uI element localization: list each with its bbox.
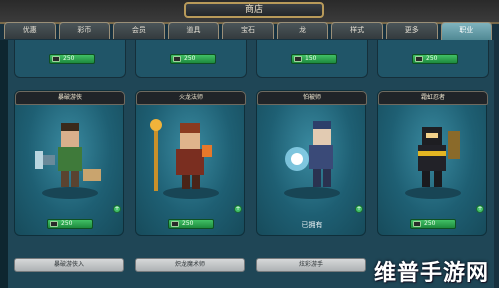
card-title: 怕被师 (257, 91, 367, 105)
top-card-3[interactable]: 150 (256, 40, 368, 78)
price-button[interactable]: 250 (170, 54, 216, 64)
page-title: 商店 (184, 2, 324, 18)
coin-icon (171, 221, 179, 227)
class-button-1[interactable]: 暴破游侠入 (14, 258, 124, 272)
card-title: 霜虹忍者 (378, 91, 488, 105)
top-card-2[interactable]: 250 (135, 40, 247, 78)
tab-coins[interactable]: 彩币 (58, 22, 111, 39)
top-frame: 商店 (0, 0, 499, 24)
tab-dragon[interactable]: 龙 (276, 22, 329, 39)
tab-deals[interactable]: 优惠 (4, 22, 56, 39)
tab-bar: 优惠 彩币 会员 道具 宝石 龙 样式 更多 职业 (4, 22, 493, 41)
class-card-owned[interactable]: 怕被师 + (256, 90, 367, 236)
class-card-ranger[interactable]: 暴破游侠 + 250 (14, 90, 125, 236)
info-icon[interactable]: + (234, 205, 242, 213)
class-card-fire-mage[interactable]: 火龙法师 + 250 (135, 90, 246, 236)
left-rail (0, 40, 8, 288)
coin-icon (52, 56, 60, 62)
info-icon[interactable]: + (113, 205, 121, 213)
lightning-character-image (284, 121, 340, 199)
coin-icon (413, 221, 421, 227)
price-button[interactable]: 250 (412, 54, 458, 64)
tab-more[interactable]: 更多 (385, 22, 438, 39)
ranger-character-image (35, 123, 101, 199)
owned-status: 已拥有 (301, 221, 323, 229)
coin-icon (294, 56, 302, 62)
price-button[interactable]: 250 (49, 54, 95, 64)
info-icon[interactable]: + (355, 205, 363, 213)
price-button[interactable]: 250 (168, 219, 214, 229)
tab-class[interactable]: 职业 (440, 22, 493, 41)
price-button[interactable]: 150 (291, 54, 337, 64)
top-card-1[interactable]: 250 (14, 40, 126, 78)
price-button[interactable]: 250 (47, 219, 93, 229)
tab-gems[interactable]: 宝石 (222, 22, 274, 39)
top-card-4[interactable]: 250 (377, 40, 489, 78)
coin-icon (173, 56, 181, 62)
tab-vip[interactable]: 会员 (113, 22, 165, 39)
ninja-character-image (405, 127, 461, 199)
card-title: 火龙法师 (136, 91, 246, 105)
fire-mage-character-image (150, 119, 219, 199)
class-button-2[interactable]: 炽龙魔术师 (135, 258, 245, 272)
tab-styles[interactable]: 样式 (331, 22, 383, 39)
class-button-3[interactable]: 炫彩游手 (256, 258, 366, 272)
card-title: 暴破游侠 (15, 91, 125, 105)
coin-icon (415, 56, 423, 62)
coin-icon (50, 221, 58, 227)
class-card-ninja[interactable]: 霜虹忍者 + 250 (377, 90, 488, 236)
info-icon[interactable]: + (476, 205, 484, 213)
price-button[interactable]: 250 (410, 219, 456, 229)
tab-items[interactable]: 道具 (167, 22, 220, 39)
watermark: 维普手游网 (374, 261, 490, 286)
